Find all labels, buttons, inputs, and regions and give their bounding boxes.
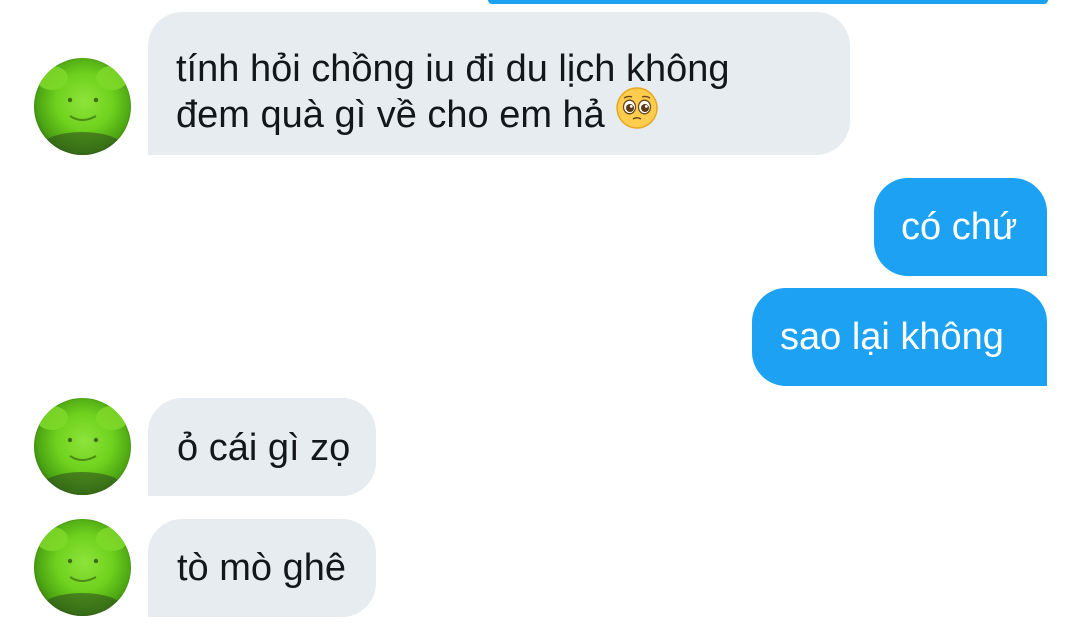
- message-text: đem quà gì về cho em hả: [176, 94, 605, 136]
- outgoing-message-bubble[interactable]: có chứ: [874, 178, 1047, 276]
- message-text-line: tính hỏi chồng iu đi du lịch không: [176, 48, 730, 90]
- message-text: sao lại không: [780, 316, 1004, 358]
- contact-avatar[interactable]: [34, 398, 131, 495]
- frog-plush-icon: [36, 66, 128, 155]
- contact-avatar[interactable]: [34, 58, 131, 155]
- incoming-message-bubble[interactable]: ỏ cái gì zọ: [148, 398, 376, 496]
- message-text: có chứ: [901, 206, 1018, 248]
- incoming-message-bubble[interactable]: tính hỏi chồng iu đi du lịch không đem q…: [148, 12, 850, 155]
- previous-outgoing-bubble-edge: [488, 0, 1048, 4]
- outgoing-message-bubble[interactable]: sao lại không: [752, 288, 1047, 386]
- frog-plush-icon: [36, 527, 128, 616]
- message-text: tò mò ghê: [177, 547, 346, 589]
- message-text-line: đem quà gì về cho em hả: [176, 87, 850, 141]
- frog-plush-icon: [36, 406, 128, 495]
- pleading-face-icon: [615, 86, 659, 141]
- incoming-message-bubble[interactable]: tò mò ghê: [148, 519, 376, 617]
- contact-avatar[interactable]: [34, 519, 131, 616]
- conversation-thread: tính hỏi chồng iu đi du lịch không đem q…: [0, 0, 1080, 636]
- message-text: ỏ cái gì zọ: [177, 427, 351, 469]
